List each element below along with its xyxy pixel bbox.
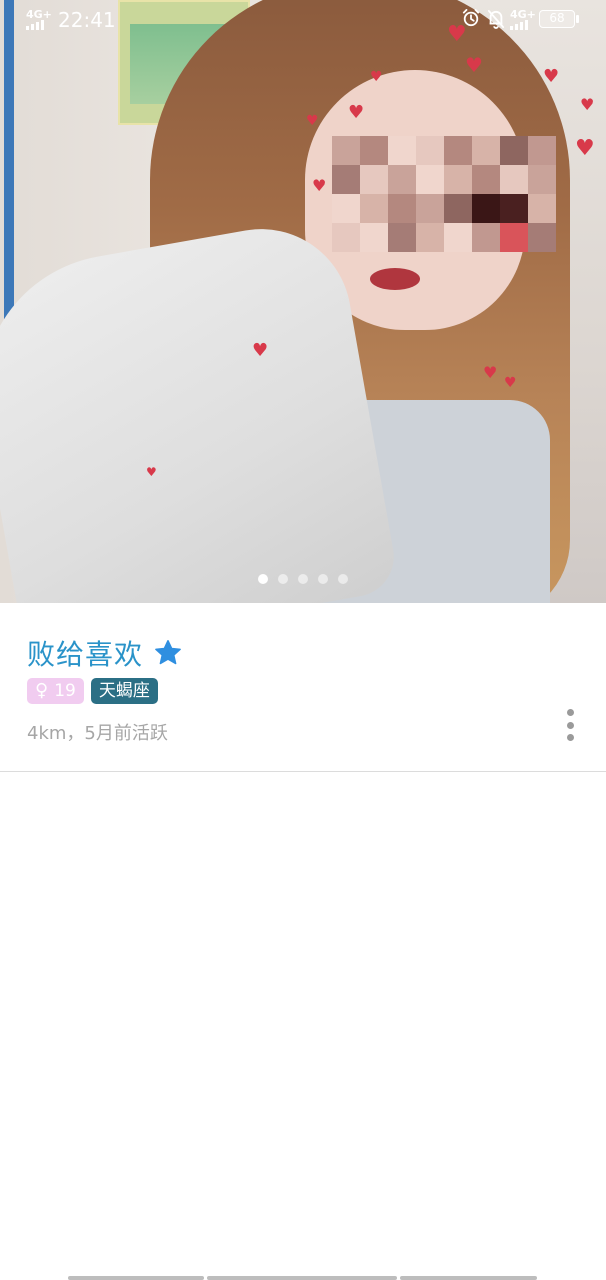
heart-sticker-icon: ♥ xyxy=(575,136,595,161)
mosaic-tile xyxy=(472,194,500,223)
face-mosaic xyxy=(332,136,556,252)
mosaic-tile xyxy=(444,136,472,165)
mosaic-tile xyxy=(332,136,360,165)
profile-info-card: 败给喜欢 ♀ 19 天蝎座 4km，5月前活跃 xyxy=(0,603,606,772)
zodiac-badge: 天蝎座 xyxy=(90,678,158,704)
signal-strength-icon xyxy=(510,20,528,30)
mosaic-tile xyxy=(528,136,556,165)
mosaic-tile xyxy=(472,223,500,252)
mosaic-tile xyxy=(444,194,472,223)
mosaic-tile xyxy=(360,194,388,223)
carousel-dot[interactable] xyxy=(298,574,308,584)
profile-name: 败给喜欢 xyxy=(27,638,144,671)
carousel-page-indicator[interactable] xyxy=(0,574,606,588)
distance-activity-text: 4km，5月前活跃 xyxy=(27,723,168,744)
mosaic-tile xyxy=(444,223,472,252)
battery-cap xyxy=(576,15,579,23)
carousel-dot[interactable] xyxy=(338,574,348,584)
mosaic-tile xyxy=(332,223,360,252)
profile-screen: ♥ ♥ ♥ ♥ ♥ ♥ ♥ ♥ ♥ ♥ ♥ ♥ ♥ 4G+ 22:41 4G+ … xyxy=(0,0,606,1280)
status-time: 22:41 xyxy=(58,8,116,32)
profile-photo-carousel[interactable]: ♥ ♥ ♥ ♥ ♥ ♥ ♥ ♥ ♥ ♥ ♥ ♥ ♥ xyxy=(0,0,606,603)
gender-age-badge: ♀ 19 xyxy=(27,678,84,704)
mosaic-tile xyxy=(332,165,360,194)
battery-icon: 68 xyxy=(539,10,575,28)
carousel-dot[interactable] xyxy=(278,574,288,584)
mosaic-tile xyxy=(360,165,388,194)
mosaic-tile xyxy=(388,223,416,252)
carousel-dot[interactable] xyxy=(318,574,328,584)
heart-sticker-icon: ♥ xyxy=(483,363,498,382)
carousel-dot[interactable] xyxy=(258,574,268,584)
photo-lips xyxy=(370,268,420,290)
mosaic-tile xyxy=(388,194,416,223)
mosaic-tile xyxy=(444,165,472,194)
mosaic-tile xyxy=(500,136,528,165)
heart-sticker-icon: ♥ xyxy=(370,69,383,85)
star-favorite-icon[interactable] xyxy=(153,638,183,668)
alarm-clock-icon xyxy=(462,9,480,27)
mosaic-tile xyxy=(472,136,500,165)
mosaic-tile xyxy=(416,194,444,223)
status-bar: 4G+ 22:41 4G+ 68 xyxy=(0,0,606,40)
mosaic-tile xyxy=(332,194,360,223)
mosaic-tile xyxy=(528,223,556,252)
heart-sticker-icon: ♥ xyxy=(252,340,269,361)
heart-sticker-icon: ♥ xyxy=(465,53,483,77)
heart-sticker-icon: ♥ xyxy=(504,375,517,391)
mosaic-tile xyxy=(416,223,444,252)
mosaic-tile xyxy=(416,165,444,194)
age-value: 19 xyxy=(54,681,76,701)
heart-sticker-icon: ♥ xyxy=(348,102,365,123)
battery-level: 68 xyxy=(549,11,565,25)
heart-sticker-icon: ♥ xyxy=(543,66,560,87)
name-row: 败给喜欢 xyxy=(27,633,183,673)
mosaic-tile xyxy=(388,165,416,194)
mosaic-tile xyxy=(528,194,556,223)
mosaic-tile xyxy=(500,194,528,223)
mosaic-tile xyxy=(360,136,388,165)
mosaic-tile xyxy=(500,165,528,194)
bell-off-icon xyxy=(487,10,505,29)
bottom-nav-indicator xyxy=(68,1276,538,1280)
heart-sticker-icon: ♥ xyxy=(306,113,319,129)
female-icon: ♀ xyxy=(35,680,49,701)
mosaic-tile xyxy=(388,136,416,165)
mosaic-tile xyxy=(360,223,388,252)
heart-sticker-icon: ♥ xyxy=(146,465,157,479)
mosaic-tile xyxy=(416,136,444,165)
heart-sticker-icon: ♥ xyxy=(312,176,327,195)
heart-sticker-icon: ♥ xyxy=(580,95,595,114)
profile-tags: ♀ 19 天蝎座 xyxy=(27,678,158,704)
mosaic-tile xyxy=(528,165,556,194)
signal-strength-icon xyxy=(26,20,44,30)
mosaic-tile xyxy=(472,165,500,194)
mosaic-tile xyxy=(500,223,528,252)
more-options-icon[interactable] xyxy=(558,707,582,743)
